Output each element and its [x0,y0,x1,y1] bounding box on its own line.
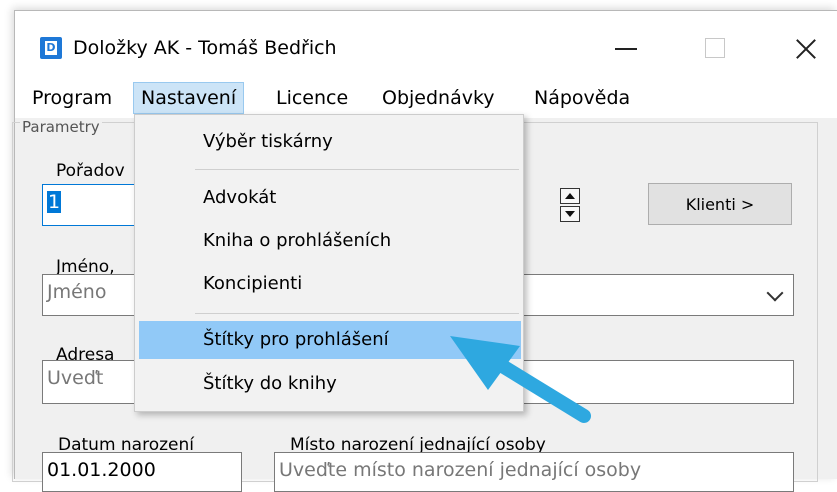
menu-item-stitky-pro-prohlaseni[interactable]: Štítky pro prohlášení [139,321,521,359]
menu-item-kniha-o-prohlasenich[interactable]: Kniha o prohlášeních [139,222,521,260]
birthdate-value: 01.01.2000 [47,459,156,481]
birthplace-placeholder: Uveďte místo narození jednající osoby [279,459,642,481]
order-label: Pořadov [56,161,125,181]
minimize-button[interactable] [595,25,655,69]
maximize-button[interactable] [685,25,745,69]
menu-bar: Program Nastavení Licence Objednávky Náp… [15,74,837,118]
menu-item-stitky-do-knihy[interactable]: Štítky do knihy [139,365,521,403]
app-icon: D [40,37,62,59]
menu-program[interactable]: Program [25,82,119,114]
app-icon-letter: D [45,41,57,55]
birthdate-input[interactable]: 01.01.2000 [42,452,242,492]
birthplace-input[interactable]: Uveďte místo narození jednající osoby [274,452,794,492]
menu-item-advokat[interactable]: Advokát [139,179,521,217]
menu-separator [195,313,519,314]
menu-licence[interactable]: Licence [269,82,355,114]
name-placeholder: Jméno [47,281,107,303]
menu-napoveda[interactable]: Nápověda [527,82,637,114]
order-spinner[interactable] [560,188,580,222]
menu-item-vyber-tiskarny[interactable]: Výběr tiskárny [139,123,521,161]
spin-up-icon[interactable] [560,188,580,204]
close-button[interactable] [775,25,835,69]
group-legend: Parametry [20,118,102,136]
title-bar: D Doložky AK - Tomáš Bedřich [15,11,837,74]
menu-separator [195,169,519,170]
menu-objednavky[interactable]: Objednávky [375,82,502,114]
chevron-down-icon[interactable] [766,284,784,302]
order-value: 1 [47,191,62,213]
address-placeholder: Uveďt [47,367,104,389]
menu-item-koncipienti[interactable]: Koncipienti [139,265,521,303]
order-input[interactable]: 1 [42,184,142,226]
menu-nastaveni[interactable]: Nastavení [133,82,245,114]
window-title: Doložky AK - Tomáš Bedřich [73,37,337,59]
spin-down-icon[interactable] [560,206,580,222]
klienti-button[interactable]: Klienti > [648,183,792,225]
settings-dropdown-menu: Výběr tiskárny Advokát Kniha o prohlášen… [134,114,524,412]
